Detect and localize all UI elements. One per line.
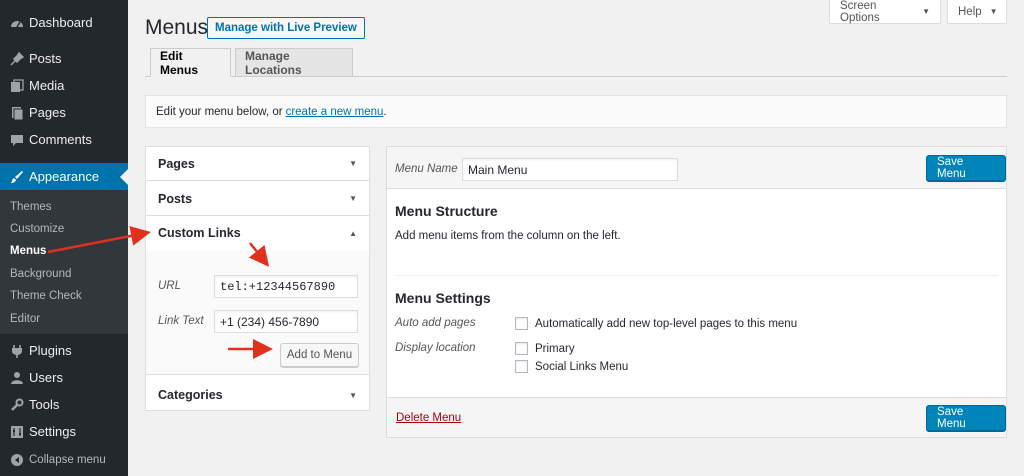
submenu-item-background[interactable]: Background <box>10 268 71 280</box>
url-label: URL <box>158 280 182 292</box>
triangle-down-icon: ▼ <box>349 159 357 168</box>
sidebar-item-posts[interactable]: Posts <box>0 45 128 72</box>
sidebar-item-label: Posts <box>29 51 62 66</box>
accordion-title: Categories <box>158 388 223 402</box>
settings-icon <box>7 422 27 442</box>
triangle-down-icon: ▼ <box>922 7 930 16</box>
sidebar-item-dashboard[interactable]: Dashboard <box>0 9 128 36</box>
page-icon <box>7 103 27 123</box>
triangle-down-icon: ▼ <box>989 7 998 16</box>
sidebar-item-appearance[interactable]: Appearance <box>0 163 128 190</box>
save-menu-button-footer[interactable]: Save Menu <box>926 405 1006 431</box>
help-button[interactable]: Help ▼ <box>947 0 1007 24</box>
submenu-item-editor[interactable]: Editor <box>10 313 40 325</box>
accordion-title: Custom Links <box>158 226 241 240</box>
triangle-down-icon: ▼ <box>349 194 357 203</box>
media-icon <box>7 76 27 96</box>
sidebar-item-pages[interactable]: Pages <box>0 99 128 126</box>
menu-structure-description: Add menu items from the column on the le… <box>395 230 621 242</box>
link-text-label: Link Text <box>158 315 204 327</box>
pin-icon <box>7 49 27 69</box>
primary-location-checkbox[interactable] <box>515 342 528 355</box>
submenu-item-menus[interactable]: Menus <box>10 245 46 257</box>
url-input[interactable]: tel:+12344567890 <box>214 275 358 298</box>
auto-add-label: Auto add pages <box>395 317 476 329</box>
sidebar-item-settings[interactable]: Settings <box>0 418 128 445</box>
sidebar-item-media[interactable]: Media <box>0 72 128 99</box>
accordion-categories[interactable]: Categories ▼ <box>146 378 369 412</box>
sidebar-item-label: Pages <box>29 105 66 120</box>
sidebar-item-label: Users <box>29 370 63 385</box>
add-menu-items-accordion: Pages ▼ Posts ▼ Custom Links ▲ URL tel:+… <box>145 146 370 411</box>
menu-footer: Delete Menu Save Menu <box>387 397 1006 437</box>
social-links-checkbox[interactable] <box>515 360 528 373</box>
auto-add-option-label: Automatically add new top-level pages to… <box>535 318 798 330</box>
sidebar-item-label: Tools <box>29 397 60 412</box>
wrench-icon <box>7 395 27 415</box>
accordion-pages[interactable]: Pages ▼ <box>146 147 369 181</box>
sidebar-item-label: Comments <box>29 132 92 147</box>
primary-location-label: Primary <box>535 343 575 355</box>
sidebar-item-tools[interactable]: Tools <box>0 391 128 418</box>
collapse-menu-button[interactable]: Collapse menu <box>0 446 128 473</box>
brush-icon <box>7 167 27 187</box>
section-divider <box>395 275 998 276</box>
live-preview-button[interactable]: Manage with Live Preview <box>207 17 365 39</box>
custom-links-panel: URL tel:+12344567890 Link Text +1 (234) … <box>146 251 369 375</box>
menu-edit-panel: Menu Name Main Menu Save Menu Menu Struc… <box>386 146 1007 438</box>
display-location-label: Display location <box>395 342 476 354</box>
menu-name-label: Menu Name <box>395 163 458 175</box>
plug-icon <box>7 341 27 361</box>
sidebar-item-comments[interactable]: Comments <box>0 126 128 153</box>
dashboard-icon <box>7 13 27 33</box>
user-icon <box>7 368 27 388</box>
accordion-title: Pages <box>158 156 195 171</box>
social-links-label: Social Links Menu <box>535 361 629 373</box>
sidebar-item-label: Dashboard <box>29 15 93 30</box>
accordion-title: Posts <box>158 191 193 206</box>
sidebar-item-label: Settings <box>29 424 76 439</box>
save-menu-button[interactable]: Save Menu <box>926 155 1006 181</box>
auto-add-checkbox[interactable] <box>515 317 528 330</box>
page-title: Menus <box>145 16 209 39</box>
comment-icon <box>7 130 27 150</box>
notice-text: Edit your menu below, or <box>156 105 283 118</box>
sidebar-item-plugins[interactable]: Plugins <box>0 337 128 364</box>
accordion-custom-links[interactable]: Custom Links ▲ <box>146 216 369 250</box>
accordion-posts[interactable]: Posts ▼ <box>146 182 369 216</box>
screen-options-button[interactable]: Screen Options ▼ <box>829 0 941 24</box>
menu-header: Menu Name Main Menu Save Menu <box>387 147 1006 189</box>
screen-options-label: Screen Options <box>840 0 880 24</box>
sidebar-item-label: Media <box>29 78 65 93</box>
submenu-item-theme-check[interactable]: Theme Check <box>10 290 82 302</box>
help-label: Help <box>958 5 982 18</box>
triangle-down-icon: ▼ <box>349 390 357 400</box>
sidebar-item-label: Appearance <box>29 169 100 184</box>
delete-menu-link[interactable]: Delete Menu <box>396 412 461 424</box>
admin-sidebar: Dashboard Posts Media Pages Comments App… <box>0 0 128 476</box>
edit-menu-notice: Edit your menu below, or create a new me… <box>145 95 1007 128</box>
add-to-menu-button[interactable]: Add to Menu <box>280 343 359 367</box>
sidebar-item-label: Collapse menu <box>29 453 106 466</box>
menu-settings-title: Menu Settings <box>395 290 491 306</box>
tab-manage-locations[interactable]: Manage Locations <box>235 48 353 77</box>
notice-end: . <box>383 105 387 118</box>
menu-structure-title: Menu Structure <box>395 203 498 219</box>
create-menu-link[interactable]: create a new menu <box>286 106 384 118</box>
submenu-item-customize[interactable]: Customize <box>10 223 64 235</box>
triangle-up-icon: ▲ <box>349 228 357 238</box>
sidebar-item-users[interactable]: Users <box>0 364 128 391</box>
tab-edit-menus[interactable]: Edit Menus <box>150 48 231 77</box>
submenu-item-themes[interactable]: Themes <box>10 201 52 213</box>
collapse-icon <box>7 450 27 470</box>
link-text-input[interactable]: +1 (234) 456-7890 <box>214 310 358 333</box>
sidebar-item-label: Plugins <box>29 343 72 358</box>
menu-name-input[interactable]: Main Menu <box>462 158 678 181</box>
